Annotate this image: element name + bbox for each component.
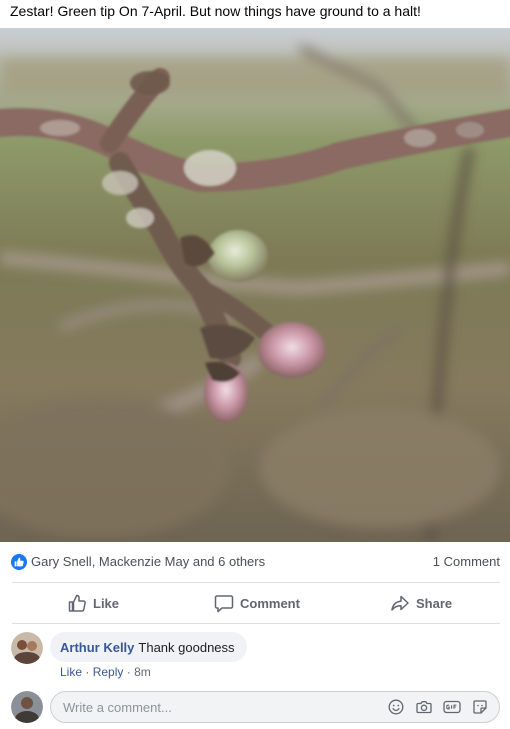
comment-button[interactable]: Comment: [214, 584, 300, 622]
emoji-icon[interactable]: [387, 698, 405, 716]
write-comment-input[interactable]: [63, 692, 363, 722]
gif-icon[interactable]: [443, 698, 461, 716]
post-actions: Like Comment Share: [0, 584, 510, 622]
camera-icon[interactable]: [415, 698, 433, 716]
share-icon: [390, 593, 410, 613]
share-button[interactable]: Share: [390, 584, 452, 622]
comment-reply-link[interactable]: Reply: [93, 665, 124, 679]
post-text: Zestar! Green tip On 7-April. But now th…: [10, 3, 421, 19]
meta-separator: ·: [126, 665, 135, 679]
post-photo[interactable]: [0, 28, 510, 542]
reaction-names[interactable]: Gary Snell, Mackenzie May and 6 others: [31, 554, 265, 569]
comment-icon: [214, 593, 234, 613]
divider: [12, 623, 500, 624]
apple-bud-photo: [0, 28, 510, 542]
like-button[interactable]: Like: [67, 584, 119, 622]
share-label: Share: [416, 595, 453, 611]
comment-like-link[interactable]: Like: [60, 665, 82, 679]
sticker-icon[interactable]: [471, 698, 489, 716]
comment-bubble: Arthur Kelly Thank goodness: [50, 632, 247, 662]
divider: [12, 582, 500, 583]
comment-author[interactable]: Arthur Kelly: [60, 640, 134, 655]
like-label: Like: [93, 595, 120, 611]
avatar[interactable]: [11, 632, 43, 664]
comment-label: Comment: [240, 595, 300, 611]
current-user-avatar[interactable]: [11, 691, 43, 723]
comment-text: Thank goodness: [138, 639, 235, 655]
comment-meta: Like · Reply · 8m: [60, 665, 151, 679]
comment-tools: [387, 698, 489, 716]
comment-item: Arthur Kelly Thank goodness Like · Reply…: [0, 630, 510, 682]
write-comment-row: [0, 688, 510, 726]
thumbs-up-icon: [67, 593, 87, 613]
comment-time[interactable]: 8m: [134, 665, 151, 679]
reactions-summary: Gary Snell, Mackenzie May and 6 others 1…: [0, 548, 510, 576]
meta-separator: ·: [85, 665, 93, 679]
like-reaction-icon[interactable]: [11, 554, 27, 570]
write-comment-box: [50, 691, 500, 723]
comment-count[interactable]: 1 Comment: [433, 554, 500, 569]
